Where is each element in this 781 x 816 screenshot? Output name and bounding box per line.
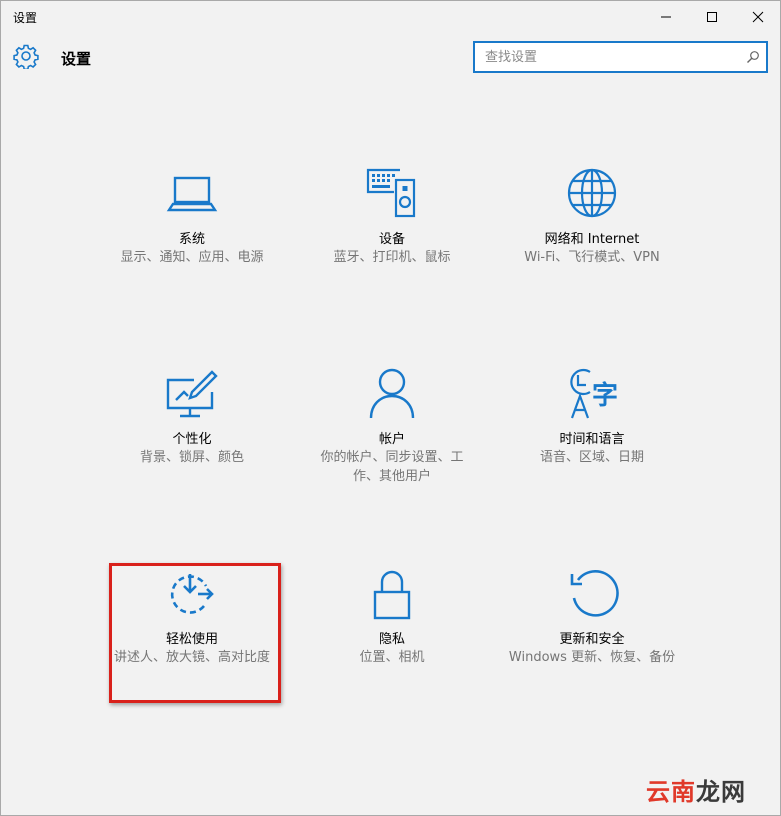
- tile-accounts[interactable]: 帐户 你的帐户、同步设置、工作、其他用户: [302, 366, 482, 486]
- person-icon: [369, 368, 415, 419]
- watermark: 云南龙网: [646, 772, 746, 807]
- laptop-icon: [166, 176, 218, 212]
- tile-time-language[interactable]: 字 时间和语言 语音、区域、日期: [502, 366, 682, 467]
- tile-description: 你的帐户、同步设置、工作、其他用户: [320, 450, 464, 484]
- tile-description: 位置、相机: [359, 650, 425, 665]
- page-title: 设置: [61, 50, 92, 68]
- globe-icon: [567, 168, 617, 218]
- keyboard-speaker-icon: [366, 168, 416, 218]
- tile-description: Wi-Fi、飞行模式、VPN: [524, 250, 660, 265]
- clock-language-icon: 字: [570, 368, 618, 419]
- tile-system[interactable]: 系统 显示、通知、应用、电源: [102, 166, 282, 267]
- tile-description: 显示、通知、应用、电源: [120, 250, 264, 265]
- window-title: 设置: [13, 11, 38, 25]
- lock-icon: [373, 570, 411, 620]
- tile-name: 设备: [378, 232, 405, 247]
- settings-window: 设置 设置 查找设置 系统 显示、通知、应用、电源 设备 蓝牙、打印机、鼠标 网…: [0, 0, 781, 816]
- title-bar[interactable]: 设置: [1, 1, 780, 33]
- minimize-icon: [661, 16, 671, 18]
- tile-name: 时间和语言: [559, 432, 625, 447]
- watermark-part1: 云南: [646, 777, 696, 806]
- refresh-icon: [570, 570, 619, 617]
- tile-name: 隐私: [378, 632, 405, 647]
- highlight-box: [109, 563, 281, 703]
- close-icon: [752, 11, 764, 23]
- gear-icon: [13, 44, 39, 69]
- close-button[interactable]: [735, 1, 781, 33]
- tile-name: 帐户: [378, 432, 405, 447]
- maximize-icon: [707, 12, 717, 22]
- tile-name: 个性化: [172, 432, 212, 447]
- svg-text:字: 字: [592, 380, 618, 411]
- tile-name: 系统: [178, 232, 205, 247]
- tile-network[interactable]: 网络和 Internet Wi-Fi、飞行模式、VPN: [502, 166, 682, 267]
- search-icon[interactable]: [746, 50, 760, 64]
- tile-privacy[interactable]: 隐私 位置、相机: [302, 566, 482, 667]
- monitor-brush-icon: [166, 370, 218, 418]
- search-input[interactable]: [475, 43, 735, 71]
- maximize-button[interactable]: [689, 1, 735, 33]
- watermark-part2: 龙网: [696, 777, 746, 806]
- tile-description: 背景、锁屏、颜色: [139, 450, 244, 465]
- tile-personalization[interactable]: 个性化 背景、锁屏、颜色: [102, 366, 282, 467]
- search-box[interactable]: [473, 41, 768, 73]
- minimize-button[interactable]: [643, 1, 689, 33]
- tile-devices[interactable]: 设备 蓝牙、打印机、鼠标: [302, 166, 482, 267]
- tile-name: 更新和安全: [559, 632, 625, 647]
- tile-description: 蓝牙、打印机、鼠标: [333, 250, 451, 265]
- tile-name: 网络和 Internet: [544, 232, 640, 247]
- tile-description: Windows 更新、恢复、备份: [508, 650, 676, 665]
- tile-description: 语音、区域、日期: [539, 450, 644, 465]
- tile-update-security[interactable]: 更新和安全 Windows 更新、恢复、备份: [502, 566, 682, 667]
